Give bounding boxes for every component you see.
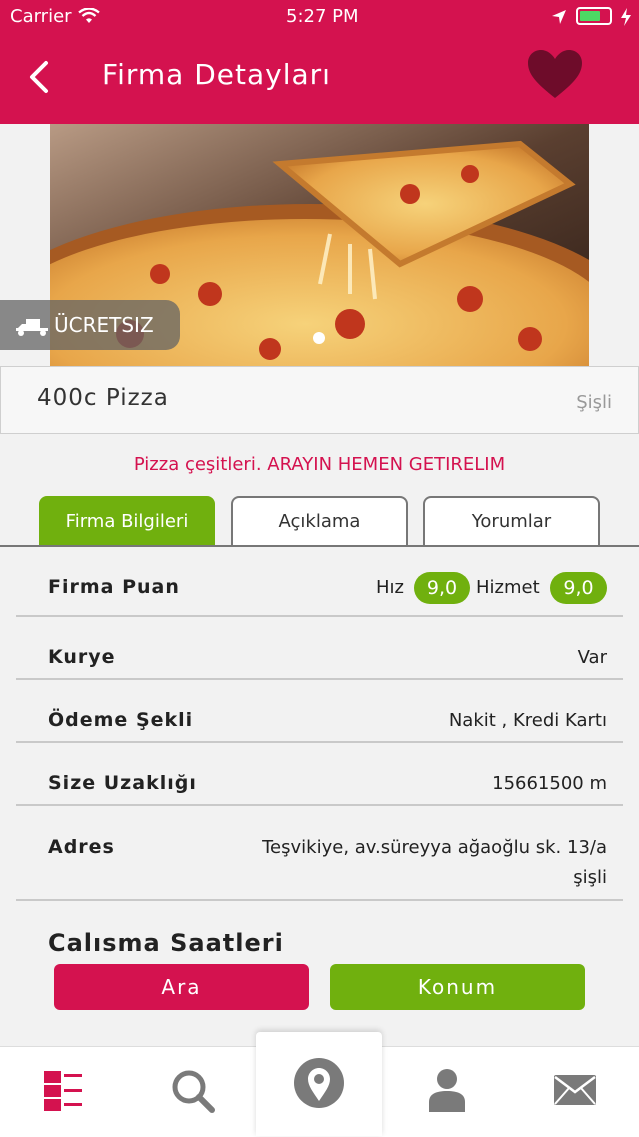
business-name: 400c Pizza	[37, 385, 169, 411]
location-arrow-icon	[552, 10, 566, 24]
service-score-badge: 9,0	[550, 572, 607, 604]
favorite-heart-icon[interactable]	[526, 48, 584, 100]
distance-label: Size Uzaklığı	[48, 772, 197, 794]
payment-value: Nakit , Kredi Kartı	[448, 710, 607, 731]
clock: 5:27 PM	[286, 6, 359, 27]
payment-label: Ödeme Şekli	[48, 709, 194, 731]
map-pin-icon[interactable]	[292, 1056, 346, 1110]
business-name-box: 400c Pizza Şişli	[0, 366, 639, 434]
wifi-icon	[78, 8, 100, 23]
divider	[16, 678, 623, 680]
call-button[interactable]: Ara	[54, 964, 309, 1010]
divider	[16, 804, 623, 806]
courier-label: Kurye	[48, 646, 116, 668]
charging-bolt-icon	[621, 8, 631, 26]
carrier-label: Carrier	[10, 6, 72, 27]
delivery-scooter-icon	[16, 319, 48, 336]
address-label: Adres	[48, 836, 115, 858]
search-icon[interactable]	[170, 1068, 216, 1114]
courier-value: Var	[577, 647, 607, 668]
mail-icon[interactable]	[553, 1074, 597, 1106]
business-slogan: Pizza çeşitleri. ARAYIN HEMEN GETIRELIM	[133, 454, 506, 475]
address-value-line1: Teşvikiye, av.süreyya ağaoğlu sk. 13/a	[262, 837, 607, 858]
distance-value: 15661500 m	[492, 773, 607, 794]
free-delivery-label: ÜCRETSIZ	[54, 313, 154, 337]
divider	[16, 615, 623, 617]
battery-icon	[576, 7, 612, 25]
divider	[16, 741, 623, 743]
user-icon[interactable]	[428, 1068, 466, 1112]
speed-score-badge: 9,0	[414, 572, 470, 604]
business-district: Şişli	[576, 392, 612, 413]
rating-label: Firma Puan	[48, 576, 180, 598]
list-icon[interactable]	[43, 1070, 85, 1112]
tab-firma-bilgileri[interactable]: Firma Bilgileri	[39, 496, 215, 546]
working-hours-title: Calısma Saatleri	[48, 929, 284, 954]
back-chevron-icon[interactable]	[26, 60, 50, 94]
tab-underline	[0, 545, 639, 547]
tab-yorumlar[interactable]: Yorumlar	[423, 496, 600, 546]
location-button[interactable]: Konum	[330, 964, 585, 1010]
free-delivery-badge: ÜCRETSIZ	[0, 300, 180, 350]
address-value-line2: şişli	[573, 867, 607, 888]
working-hours-header: Calısma Saatleri	[48, 928, 608, 954]
tab-aciklama[interactable]: Açıklama	[231, 496, 408, 546]
divider	[16, 899, 623, 901]
service-label: Hizmet	[476, 577, 540, 598]
page-title: Firma Detayları	[102, 58, 331, 91]
speed-label: Hız	[376, 577, 404, 598]
carousel-dot[interactable]	[313, 332, 325, 344]
